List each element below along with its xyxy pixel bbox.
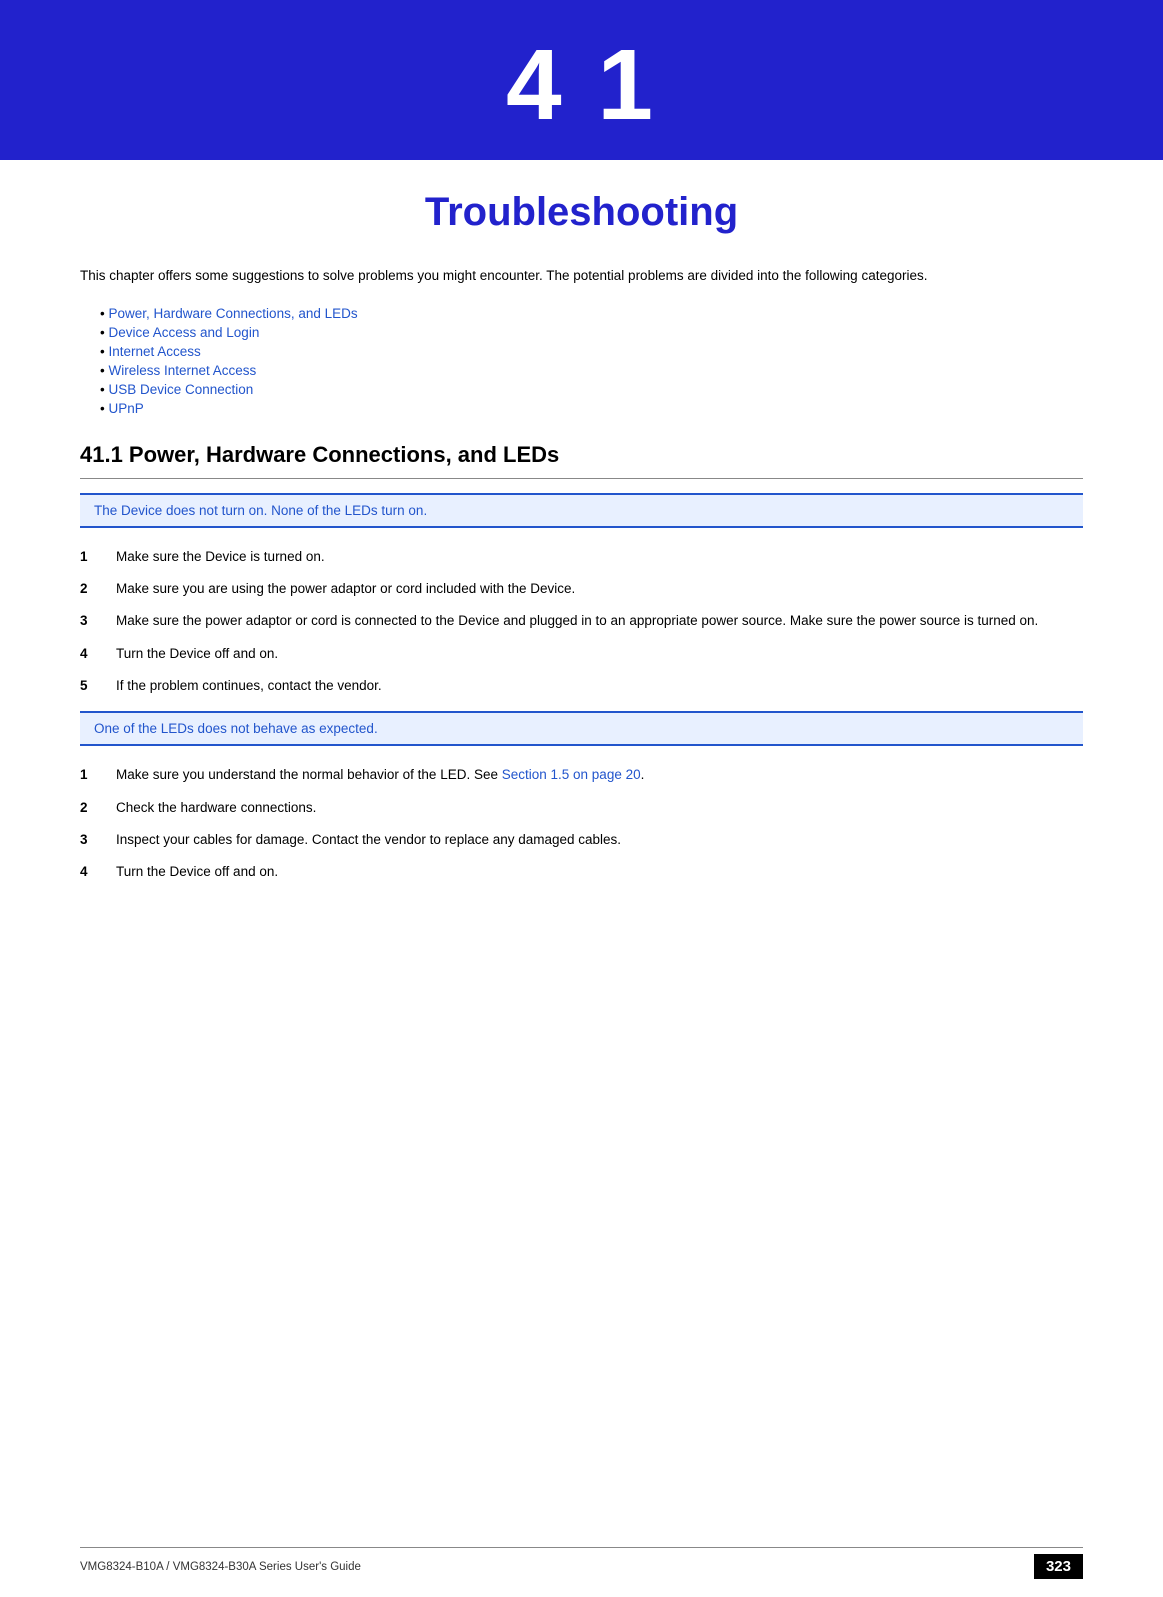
step-text: Make sure the power adaptor or cord is c… (116, 610, 1083, 632)
bullet-list: Power, Hardware Connections, and LEDs De… (100, 304, 1083, 418)
step-item: 2 Check the hardware connections. (80, 797, 1083, 819)
step-number: 1 (80, 546, 116, 568)
list-item: Wireless Internet Access (100, 361, 1083, 380)
step-text: If the problem continues, contact the ve… (116, 675, 1083, 697)
section-divider (80, 478, 1083, 479)
section-link[interactable]: Section 1.5 on page 20 (502, 767, 641, 782)
step-item: 3 Make sure the power adaptor or cord is… (80, 610, 1083, 632)
step-number: 2 (80, 578, 116, 600)
list-item: Device Access and Login (100, 323, 1083, 342)
step-number: 5 (80, 675, 116, 697)
step-number: 3 (80, 829, 116, 851)
link-upnp[interactable]: UPnP (108, 401, 143, 416)
chapter-number: 4 1 (0, 30, 1163, 140)
step-text: Make sure you understand the normal beha… (116, 764, 1083, 786)
step-item: 5 If the problem continues, contact the … (80, 675, 1083, 697)
step-text: Turn the Device off and on. (116, 643, 1083, 665)
chapter-title-block: Troubleshooting (80, 190, 1083, 235)
page: 4 1 Troubleshooting This chapter offers … (0, 0, 1163, 1597)
list-item: Internet Access (100, 342, 1083, 361)
step-item: 4 Turn the Device off and on. (80, 643, 1083, 665)
step-number: 4 (80, 861, 116, 883)
step-number: 3 (80, 610, 116, 632)
step-number: 4 (80, 643, 116, 665)
link-internet-access[interactable]: Internet Access (108, 344, 200, 359)
step-number: 2 (80, 797, 116, 819)
step-item: 2 Make sure you are using the power adap… (80, 578, 1083, 600)
link-wireless[interactable]: Wireless Internet Access (108, 363, 256, 378)
steps-group-1: 1 Make sure the Device is turned on. 2 M… (80, 546, 1083, 697)
step-text: Check the hardware connections. (116, 797, 1083, 819)
problem-bar-1: The Device does not turn on. None of the… (80, 493, 1083, 528)
step-item: 3 Inspect your cables for damage. Contac… (80, 829, 1083, 851)
step-number: 1 (80, 764, 116, 786)
steps-group-2: 1 Make sure you understand the normal be… (80, 764, 1083, 883)
section-41-1-heading: 41.1 Power, Hardware Connections, and LE… (80, 442, 1083, 468)
footer: VMG8324-B10A / VMG8324-B30A Series User'… (80, 1547, 1083, 1579)
footer-text: VMG8324-B10A / VMG8324-B30A Series User'… (80, 1561, 361, 1573)
link-power[interactable]: Power, Hardware Connections, and LEDs (108, 306, 357, 321)
step-item: 1 Make sure the Device is turned on. (80, 546, 1083, 568)
chapter-header: 4 1 (0, 0, 1163, 160)
chapter-title: Troubleshooting (425, 190, 738, 234)
step-item: 4 Turn the Device off and on. (80, 861, 1083, 883)
link-usb[interactable]: USB Device Connection (108, 382, 253, 397)
problem-bar-2: One of the LEDs does not behave as expec… (80, 711, 1083, 746)
step-item: 1 Make sure you understand the normal be… (80, 764, 1083, 786)
list-item: UPnP (100, 399, 1083, 418)
step-text: Make sure the Device is turned on. (116, 546, 1083, 568)
step-text: Turn the Device off and on. (116, 861, 1083, 883)
list-item: Power, Hardware Connections, and LEDs (100, 304, 1083, 323)
intro-paragraph: This chapter offers some suggestions to … (80, 265, 1083, 288)
page-number: 323 (1034, 1554, 1083, 1579)
link-device-access[interactable]: Device Access and Login (108, 325, 259, 340)
step-text: Inspect your cables for damage. Contact … (116, 829, 1083, 851)
step-text: Make sure you are using the power adapto… (116, 578, 1083, 600)
list-item: USB Device Connection (100, 380, 1083, 399)
